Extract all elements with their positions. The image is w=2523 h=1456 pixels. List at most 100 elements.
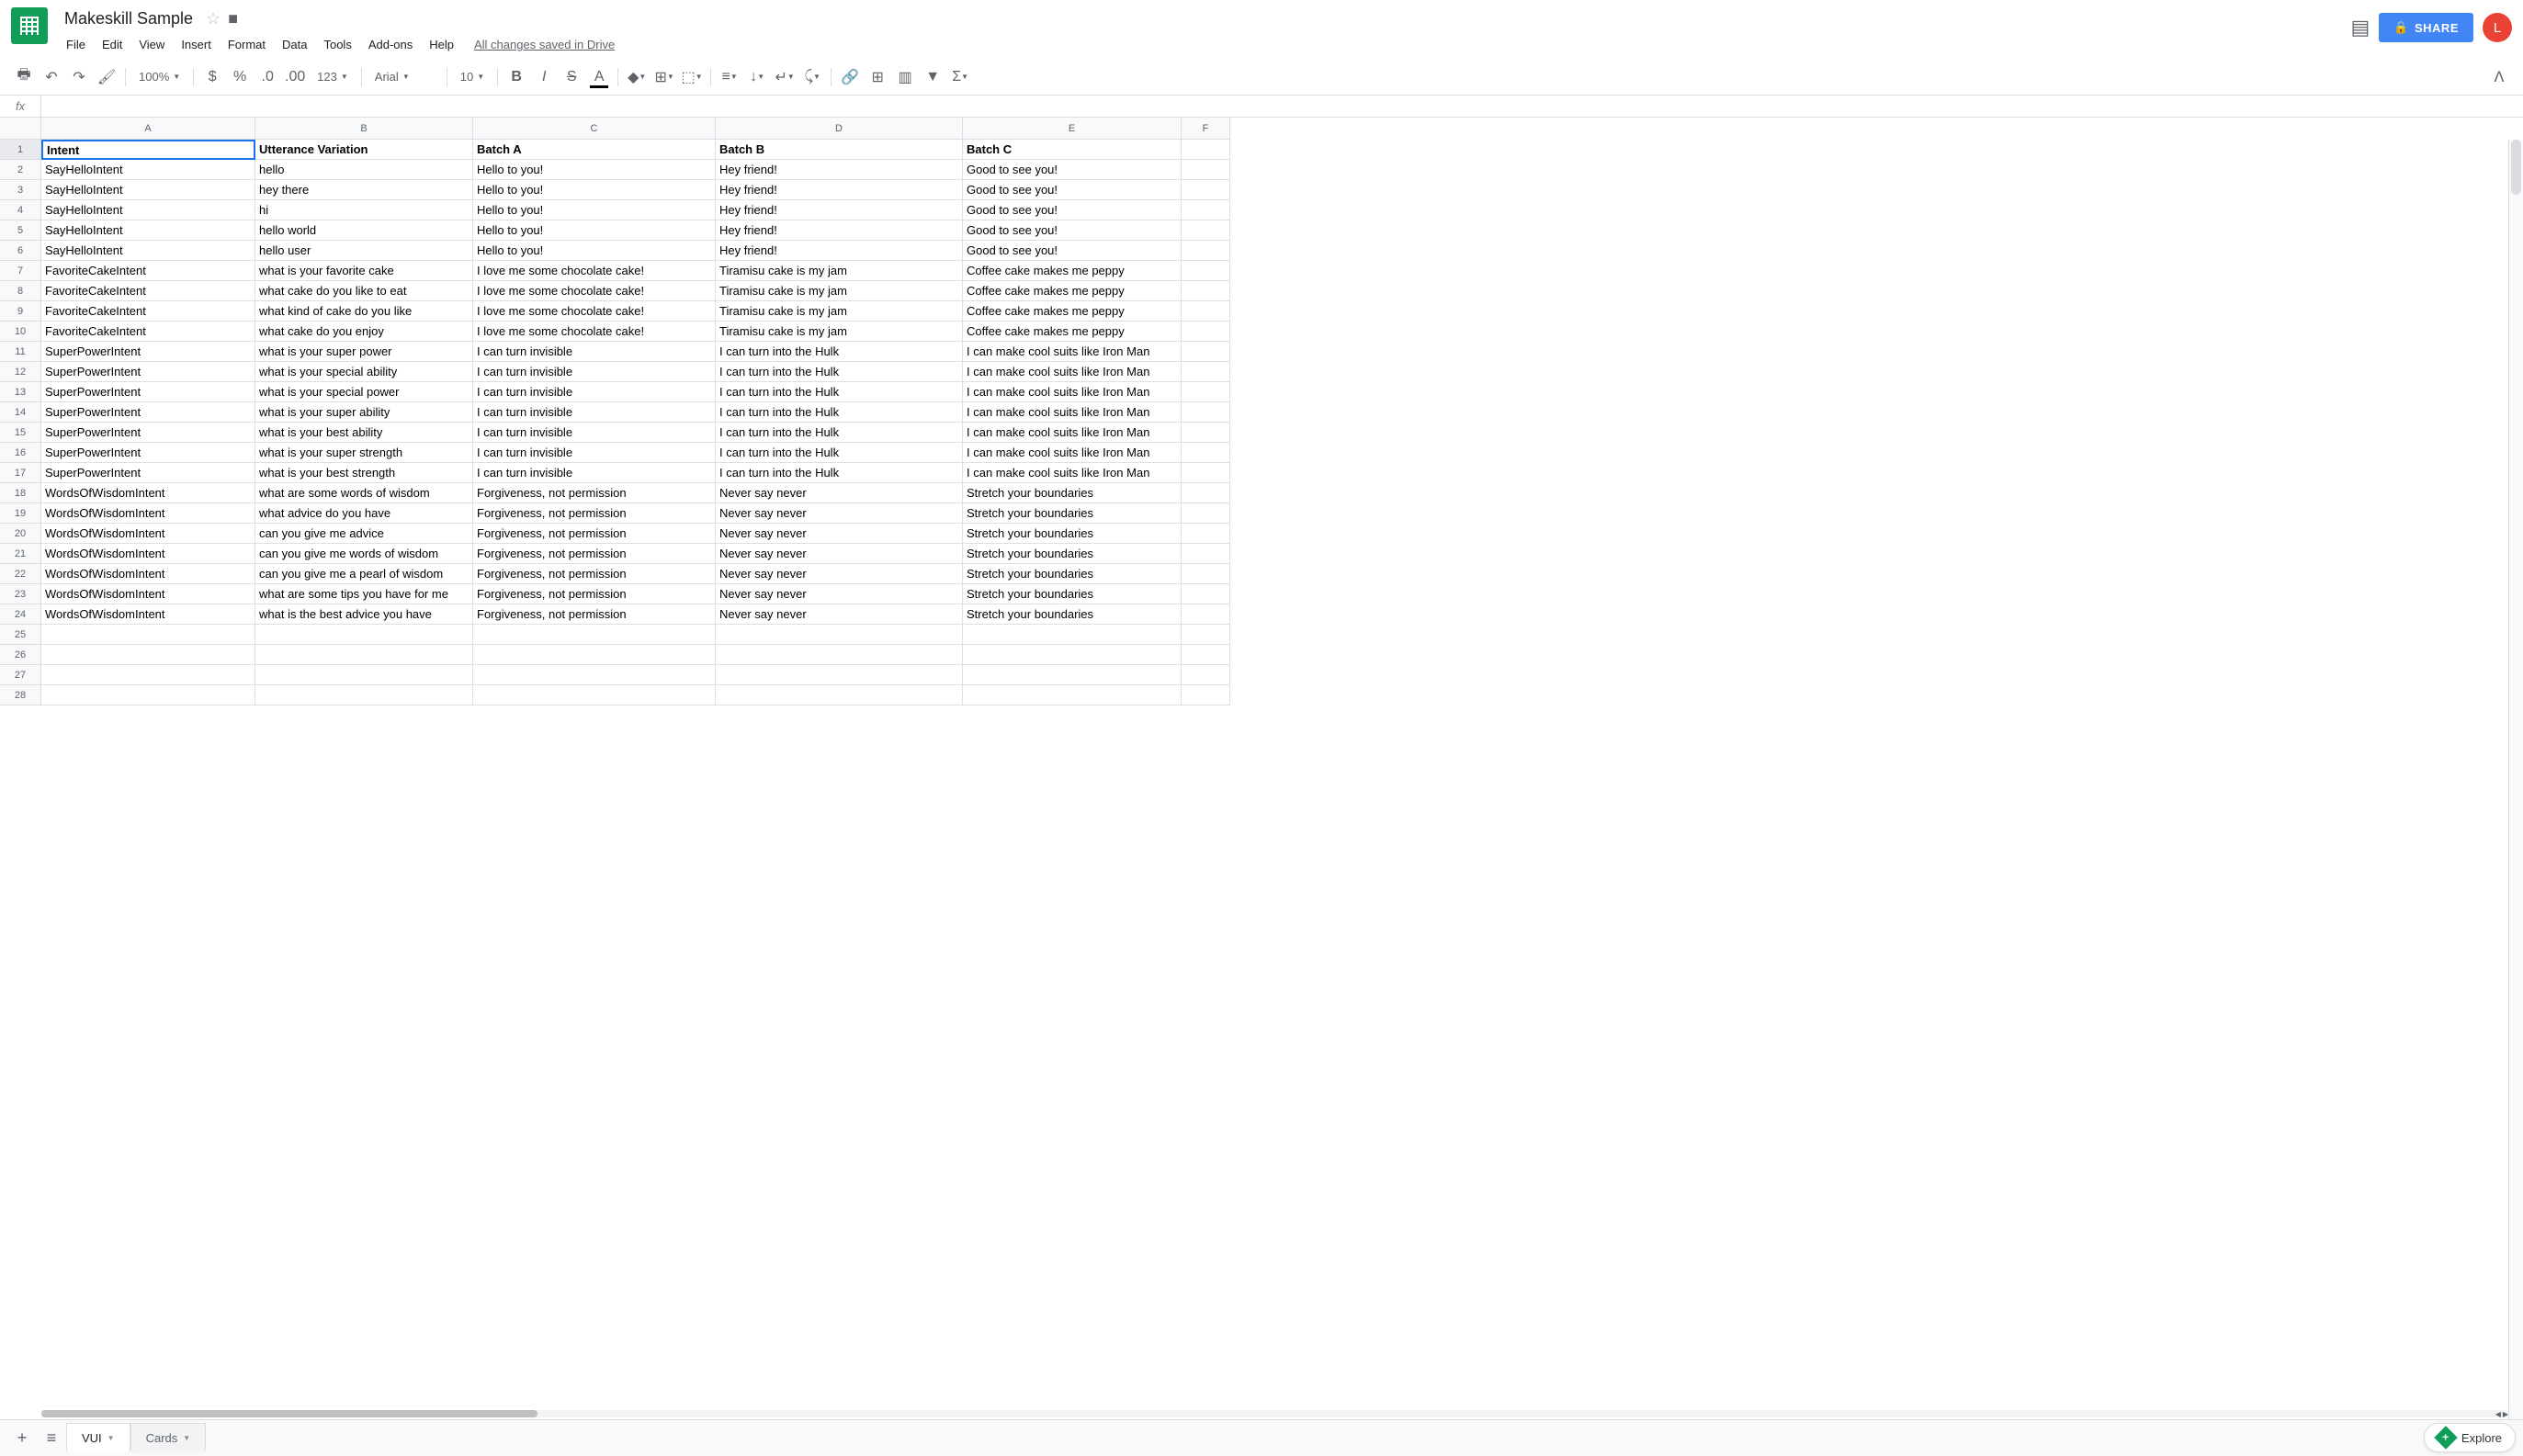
cell[interactable] xyxy=(716,645,963,665)
cell[interactable]: Hello to you! xyxy=(473,180,716,200)
cell[interactable]: SuperPowerIntent xyxy=(41,463,255,483)
select-all-corner[interactable] xyxy=(0,118,41,140)
cell[interactable]: Coffee cake makes me peppy xyxy=(963,281,1182,301)
cell[interactable]: Forgiveness, not permission xyxy=(473,584,716,604)
row-header[interactable]: 12 xyxy=(0,362,41,382)
cell[interactable]: Hey friend! xyxy=(716,241,963,261)
cell[interactable]: I can turn into the Hulk xyxy=(716,443,963,463)
cell[interactable]: SayHelloIntent xyxy=(41,160,255,180)
all-sheets-button[interactable]: ≡ xyxy=(37,1424,66,1453)
cell[interactable]: I can turn invisible xyxy=(473,382,716,402)
row-header[interactable]: 6 xyxy=(0,241,41,261)
cell[interactable]: SuperPowerIntent xyxy=(41,443,255,463)
row-header[interactable]: 25 xyxy=(0,625,41,645)
cell[interactable] xyxy=(1182,604,1230,625)
cell[interactable]: I can make cool suits like Iron Man xyxy=(963,423,1182,443)
cell[interactable]: what is your special ability xyxy=(255,362,473,382)
row-header[interactable]: 26 xyxy=(0,645,41,665)
cell[interactable] xyxy=(1182,524,1230,544)
cell[interactable]: Good to see you! xyxy=(963,241,1182,261)
row-header[interactable]: 5 xyxy=(0,220,41,241)
cell[interactable] xyxy=(41,685,255,705)
cell[interactable]: I can turn invisible xyxy=(473,362,716,382)
cell[interactable]: Stretch your boundaries xyxy=(963,604,1182,625)
cell[interactable]: Hey friend! xyxy=(716,200,963,220)
cell[interactable]: Tiramisu cake is my jam xyxy=(716,301,963,322)
horizontal-scrollbar[interactable]: ◀ ▶ xyxy=(0,1408,2508,1419)
cell[interactable]: what are some words of wisdom xyxy=(255,483,473,503)
cell[interactable]: Batch C xyxy=(963,140,1182,160)
menu-file[interactable]: File xyxy=(59,34,93,55)
cell[interactable]: what kind of cake do you like xyxy=(255,301,473,322)
cell[interactable]: hello user xyxy=(255,241,473,261)
cell[interactable] xyxy=(1182,645,1230,665)
insert-link-icon[interactable]: 🔗 xyxy=(837,64,863,90)
vertical-scrollbar[interactable] xyxy=(2508,140,2523,1419)
insert-comment-icon[interactable]: ⊞ xyxy=(865,64,890,90)
menu-addons[interactable]: Add-ons xyxy=(361,34,420,55)
formula-input[interactable] xyxy=(41,96,2523,117)
undo-icon[interactable]: ↶ xyxy=(39,64,64,90)
cell[interactable] xyxy=(1182,564,1230,584)
cell[interactable] xyxy=(963,665,1182,685)
cell[interactable] xyxy=(1182,483,1230,503)
cell[interactable]: Good to see you! xyxy=(963,220,1182,241)
share-button[interactable]: 🔒 SHARE xyxy=(2379,13,2473,42)
cell[interactable] xyxy=(1182,241,1230,261)
cell[interactable]: SayHelloIntent xyxy=(41,180,255,200)
row-header[interactable]: 17 xyxy=(0,463,41,483)
cell[interactable]: I can turn into the Hulk xyxy=(716,423,963,443)
sheets-logo-icon[interactable] xyxy=(11,7,48,44)
cell[interactable]: Stretch your boundaries xyxy=(963,544,1182,564)
cell[interactable]: what is your super ability xyxy=(255,402,473,423)
cell[interactable]: Hey friend! xyxy=(716,180,963,200)
scroll-right-icon[interactable]: ▶ xyxy=(2503,1410,2508,1418)
sheet-tab-vui[interactable]: VUI ▼ xyxy=(66,1423,130,1452)
borders-icon[interactable]: ⊞▼ xyxy=(651,64,677,90)
cell[interactable]: Coffee cake makes me peppy xyxy=(963,301,1182,322)
cell[interactable]: can you give me a pearl of wisdom xyxy=(255,564,473,584)
print-icon[interactable]: 🖶 xyxy=(11,64,37,90)
cell[interactable]: SayHelloIntent xyxy=(41,241,255,261)
cell[interactable] xyxy=(1182,544,1230,564)
cell[interactable]: SuperPowerIntent xyxy=(41,342,255,362)
row-header[interactable]: 13 xyxy=(0,382,41,402)
merge-cells-icon[interactable]: ⬚▼ xyxy=(679,64,705,90)
document-title[interactable]: Makeskill Sample xyxy=(59,7,198,30)
cell[interactable] xyxy=(1182,261,1230,281)
cell[interactable]: FavoriteCakeIntent xyxy=(41,281,255,301)
row-header[interactable]: 27 xyxy=(0,665,41,685)
row-header[interactable]: 16 xyxy=(0,443,41,463)
cell[interactable]: Intent xyxy=(41,140,255,160)
redo-icon[interactable]: ↷ xyxy=(66,64,92,90)
explore-button[interactable]: Explore xyxy=(2424,1423,2516,1452)
cell[interactable] xyxy=(473,645,716,665)
row-header[interactable]: 28 xyxy=(0,685,41,705)
cell[interactable] xyxy=(1182,200,1230,220)
row-header[interactable]: 14 xyxy=(0,402,41,423)
cell[interactable]: Tiramisu cake is my jam xyxy=(716,281,963,301)
cell[interactable]: I can turn invisible xyxy=(473,402,716,423)
column-header[interactable]: E xyxy=(963,118,1182,140)
cell[interactable] xyxy=(1182,443,1230,463)
cell[interactable]: WordsOfWisdomIntent xyxy=(41,524,255,544)
cell[interactable] xyxy=(963,645,1182,665)
cell[interactable]: hi xyxy=(255,200,473,220)
cell[interactable]: what is your super power xyxy=(255,342,473,362)
cell[interactable]: Stretch your boundaries xyxy=(963,524,1182,544)
row-header[interactable]: 7 xyxy=(0,261,41,281)
sheet-tab-cards[interactable]: Cards ▼ xyxy=(130,1423,207,1452)
cell[interactable]: I can turn into the Hulk xyxy=(716,342,963,362)
cell[interactable]: Tiramisu cake is my jam xyxy=(716,261,963,281)
cell[interactable] xyxy=(1182,281,1230,301)
cell[interactable] xyxy=(473,625,716,645)
cell[interactable]: I can turn into the Hulk xyxy=(716,402,963,423)
cell[interactable] xyxy=(1182,342,1230,362)
cell[interactable]: Hello to you! xyxy=(473,241,716,261)
cell[interactable] xyxy=(1182,362,1230,382)
cell[interactable]: Hey friend! xyxy=(716,220,963,241)
cell[interactable]: Utterance Variation xyxy=(255,140,473,160)
cell[interactable]: hello world xyxy=(255,220,473,241)
cell[interactable] xyxy=(1182,665,1230,685)
menu-edit[interactable]: Edit xyxy=(95,34,130,55)
